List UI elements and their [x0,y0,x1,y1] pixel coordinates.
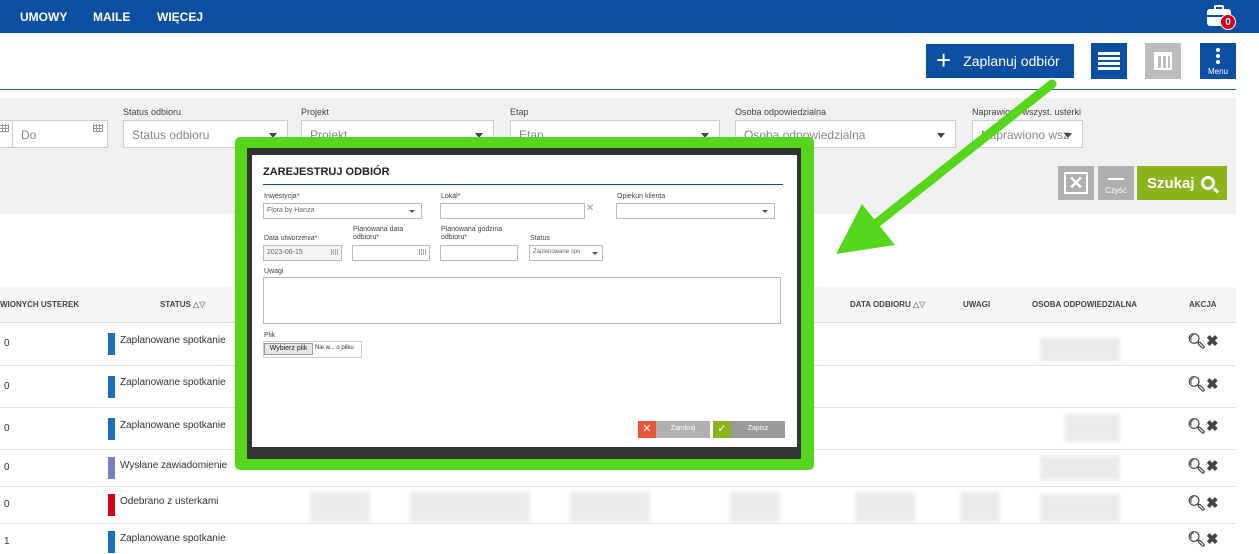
annotation-arrow [836,79,1057,254]
